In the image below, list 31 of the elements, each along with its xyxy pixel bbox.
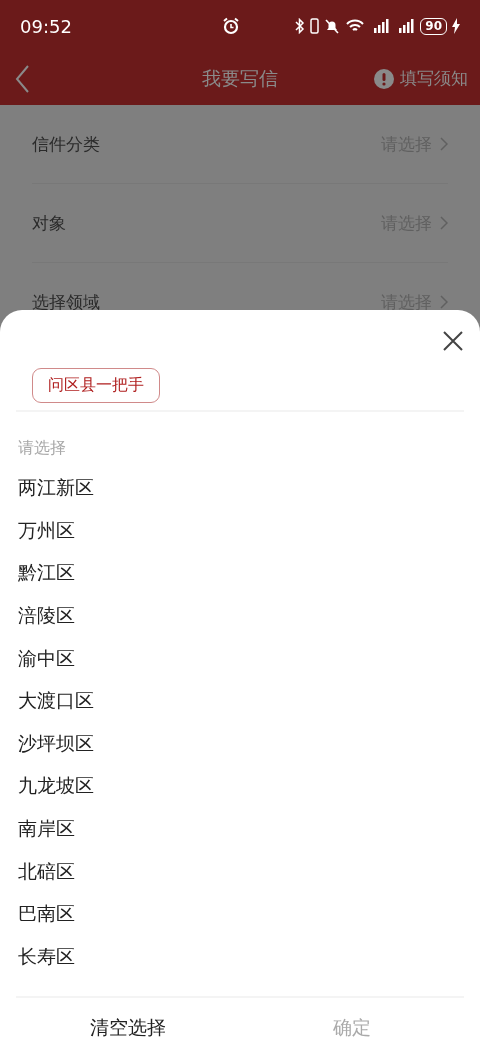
selected-tag[interactable]: 问区县一把手 — [32, 368, 160, 403]
status-time: 09:52 — [20, 15, 73, 37]
bluetooth-icon — [295, 18, 306, 34]
district-option[interactable]: 渝中区 — [18, 637, 462, 680]
district-option[interactable]: 两江新区 — [18, 467, 462, 510]
district-option[interactable]: 万州区 — [18, 509, 462, 553]
chevron-icon — [440, 216, 448, 230]
district-option[interactable]: 长寿区 — [18, 935, 462, 979]
chevron-icon — [440, 295, 448, 309]
chevron-icon — [440, 137, 448, 151]
charging-icon — [452, 18, 460, 34]
alarm-clock-icon — [222, 17, 240, 35]
muted-bell-icon — [324, 18, 341, 34]
district-option[interactable]: 沙坪坝区 — [18, 722, 462, 766]
district-option[interactable]: 九龙坡区 — [18, 765, 462, 808]
form-label: 信件分类 — [32, 132, 100, 156]
form-label: 选择领域 — [32, 290, 100, 314]
form-label: 对象 — [32, 211, 66, 235]
page-title: 我要写信 — [202, 66, 278, 89]
district-option[interactable]: 涪陵区 — [18, 594, 462, 638]
district-option[interactable]: 黔江区 — [18, 552, 462, 595]
clear-button[interactable]: 清空选择 — [16, 998, 240, 1058]
exclamation-icon — [374, 68, 394, 89]
district-option[interactable]: 南岸区 — [18, 807, 462, 851]
wifi-icon — [345, 18, 366, 34]
close-button[interactable] — [442, 330, 464, 352]
list-prompt: 请选择 — [17, 437, 67, 459]
battery-level: 90 — [420, 17, 447, 35]
district-option[interactable]: 大渡口区 — [18, 679, 462, 723]
district-option[interactable]: 巴南区 — [18, 892, 462, 936]
district-option[interactable]: 北碚区 — [18, 850, 462, 893]
